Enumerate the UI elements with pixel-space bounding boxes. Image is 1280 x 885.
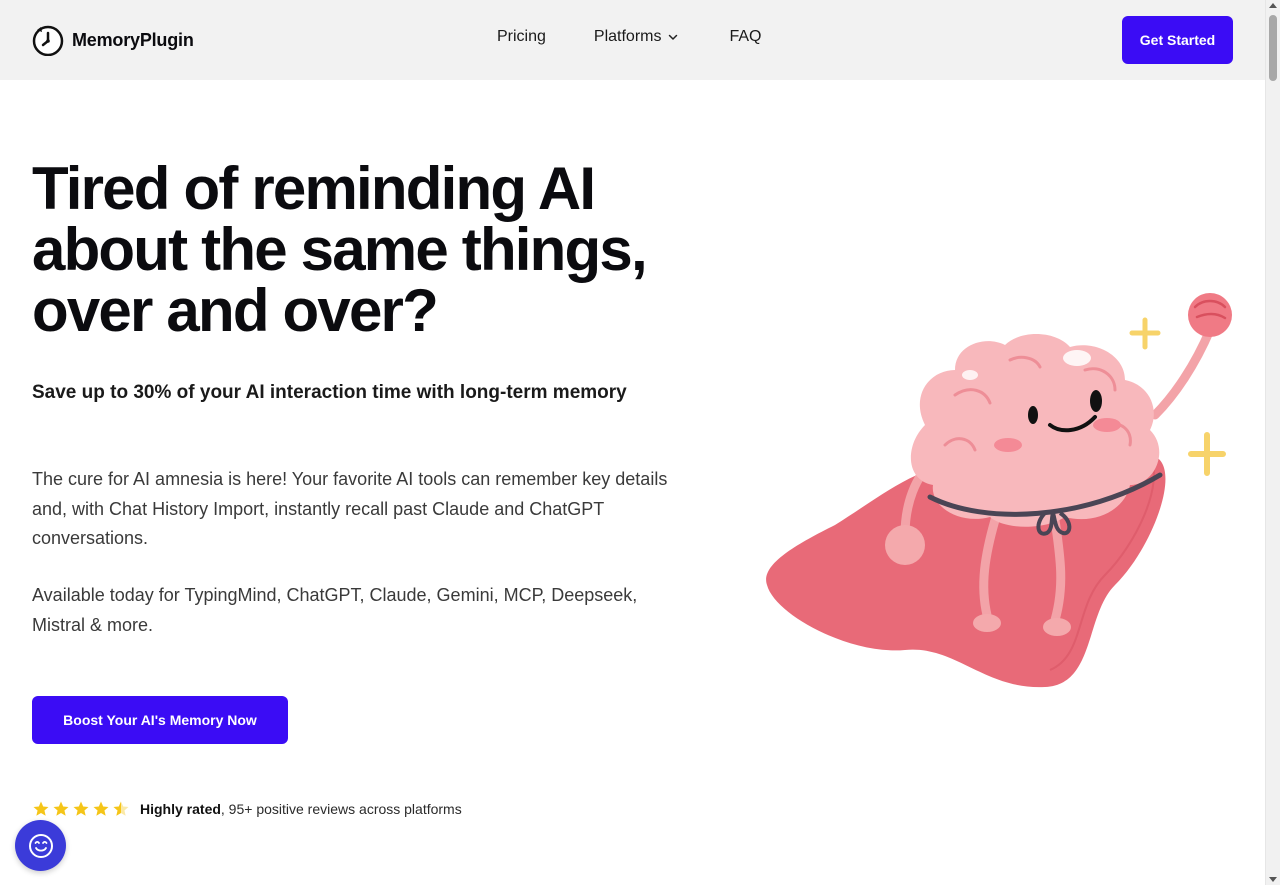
nav-platforms[interactable]: Platforms bbox=[594, 28, 680, 46]
star-icon bbox=[73, 801, 89, 816]
rating-bold: Highly rated bbox=[140, 801, 221, 817]
hero-availability: Available today for TypingMind, ChatGPT,… bbox=[32, 585, 638, 635]
hero-title-line: about the same things, bbox=[32, 216, 648, 283]
main-nav: Pricing Platforms FAQ bbox=[497, 28, 762, 46]
page-scrollbar[interactable] bbox=[1265, 0, 1280, 885]
rating-rest: , 95+ positive reviews across platforms bbox=[220, 801, 462, 817]
star-icon bbox=[53, 801, 69, 816]
nav-platforms-label: Platforms bbox=[593, 28, 662, 45]
hero-title-line: over and over? bbox=[32, 277, 439, 344]
scroll-down-arrow-icon[interactable] bbox=[1269, 877, 1277, 882]
nav-faq[interactable]: FAQ bbox=[729, 28, 761, 46]
rating-text: Highly rated, 95+ positive reviews acros… bbox=[140, 801, 462, 817]
scroll-up-arrow-icon[interactable] bbox=[1269, 3, 1277, 8]
rating-row: Highly rated, 95+ positive reviews acros… bbox=[32, 800, 462, 818]
star-icon bbox=[93, 801, 109, 816]
scroll-thumb[interactable] bbox=[1269, 15, 1277, 81]
hero-title-line: Tired of reminding AI bbox=[32, 155, 596, 222]
hero-description: The cure for AI amnesia is here! Your fa… bbox=[32, 469, 668, 548]
star-icon bbox=[33, 801, 49, 816]
logo-text: MemoryPlugin bbox=[72, 29, 194, 50]
star-half-icon bbox=[113, 801, 129, 816]
logo-link[interactable]: MemoryPlugin bbox=[32, 24, 194, 56]
smiley-chat-icon bbox=[28, 833, 53, 858]
star-rating bbox=[32, 800, 130, 818]
get-started-button[interactable]: Get Started bbox=[1122, 16, 1233, 64]
stopwatch-icon bbox=[32, 25, 64, 56]
hero-title: Tired of reminding AI about the same thi… bbox=[32, 158, 712, 341]
site-header: MemoryPlugin Pricing Platforms FAQ Get S… bbox=[0, 0, 1265, 80]
boost-memory-button[interactable]: Boost Your AI's Memory Now bbox=[32, 696, 288, 744]
hero-subtitle: Save up to 30% of your AI interaction ti… bbox=[32, 382, 627, 403]
brain-superhero-illustration bbox=[766, 293, 1232, 688]
chevron-down-icon bbox=[669, 34, 678, 40]
chat-widget-button[interactable] bbox=[15, 820, 66, 871]
nav-pricing[interactable]: Pricing bbox=[497, 28, 546, 46]
